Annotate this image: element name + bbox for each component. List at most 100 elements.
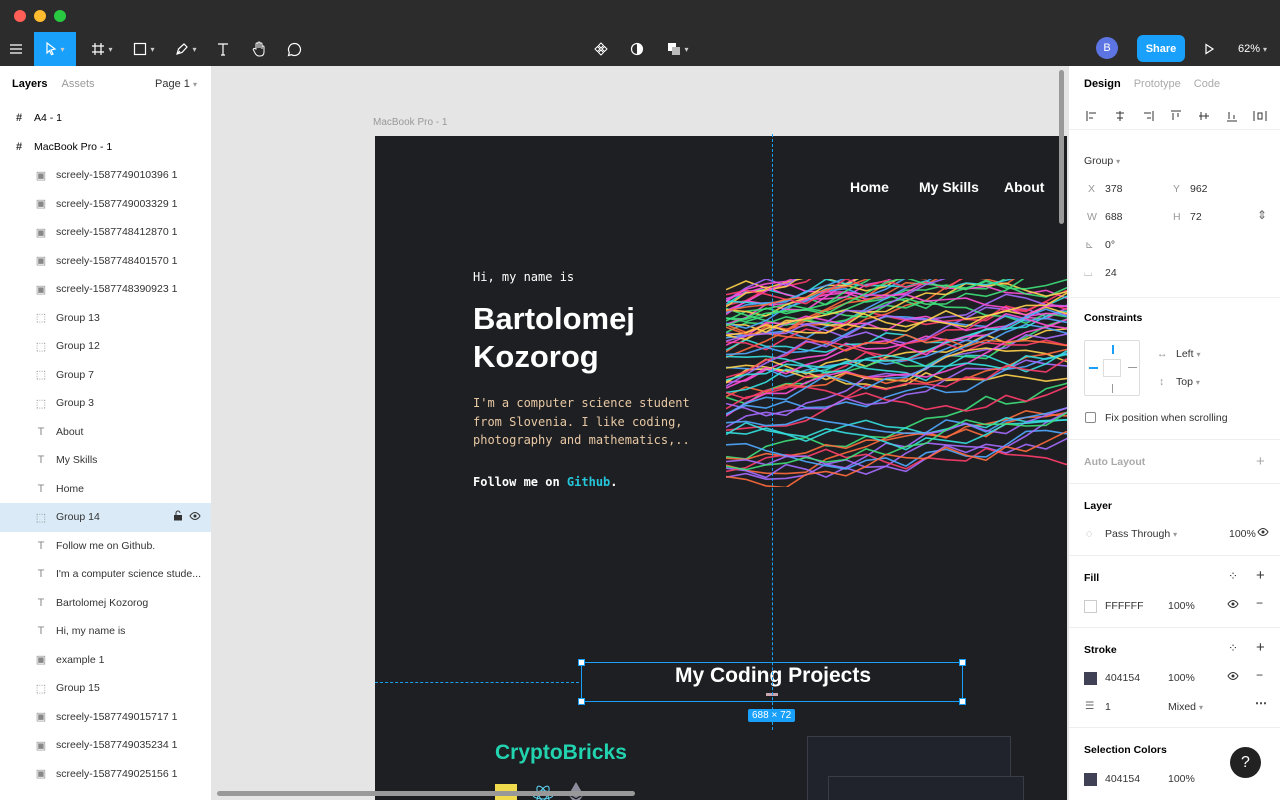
avatar[interactable]: B <box>1096 37 1118 59</box>
colorful-lines-image[interactable] <box>726 279 1067 487</box>
align-left-icon[interactable] <box>1083 107 1101 125</box>
y-input[interactable]: 962 <box>1190 183 1208 195</box>
move-tool-button[interactable]: ▾ <box>34 32 76 66</box>
distribute-icon[interactable] <box>1251 107 1269 125</box>
resize-handle[interactable] <box>959 659 966 666</box>
present-button[interactable] <box>1198 32 1220 66</box>
styles-grid-icon[interactable]: ⁘ <box>1228 569 1238 583</box>
resize-handle[interactable] <box>578 698 585 705</box>
constraint-left-indicator[interactable] <box>1089 367 1098 369</box>
layer-row[interactable]: T About <box>0 418 211 447</box>
constraint-top-indicator[interactable] <box>1112 345 1114 354</box>
selection-color-hex[interactable]: 404154 <box>1105 773 1140 785</box>
rotation-input[interactable]: 0° <box>1105 239 1115 251</box>
constraint-bottom-indicator[interactable] <box>1112 384 1113 393</box>
layer-row[interactable]: ⬚ Group 12 <box>0 332 211 361</box>
layer-row[interactable]: ⬚ Group 13 <box>0 304 211 333</box>
eye-icon[interactable] <box>1227 670 1239 684</box>
add-fill-icon[interactable]: + <box>1256 567 1265 584</box>
main-menu-button[interactable] <box>0 32 32 66</box>
layer-row[interactable]: ⬚ Group 15 <box>0 674 211 703</box>
tab-assets[interactable]: Assets <box>61 78 94 90</box>
layer-row[interactable]: T Home <box>0 475 211 504</box>
selection-color-opacity[interactable]: 100% <box>1168 773 1195 785</box>
github-link[interactable]: Github <box>567 475 610 489</box>
layer-row[interactable]: T Bartolomej Kozorog <box>0 589 211 618</box>
canvas[interactable]: MacBook Pro - 1 Home My Skills About Hi,… <box>213 66 1067 800</box>
vertical-constraint-select[interactable]: Top ▾ <box>1176 376 1200 388</box>
nav-my-skills[interactable]: My Skills <box>919 179 979 195</box>
project-title[interactable]: CryptoBricks <box>495 741 627 765</box>
layer-row[interactable]: ▣ screely-1587748390923 1 <box>0 275 211 304</box>
fix-position-checkbox[interactable] <box>1085 412 1096 423</box>
maximize-window-button[interactable] <box>54 10 66 22</box>
page-selector[interactable]: Page 1 ▾ <box>155 78 197 90</box>
share-button[interactable]: Share <box>1137 35 1185 62</box>
constraint-right-indicator[interactable] <box>1128 367 1137 368</box>
components-button[interactable] <box>590 32 612 66</box>
mask-button[interactable] <box>626 32 648 66</box>
stroke-weight-input[interactable]: 1 <box>1105 701 1111 713</box>
layer-row[interactable]: ⬚ Group 14 <box>0 503 211 532</box>
resize-handle[interactable] <box>959 698 966 705</box>
stroke-position-select[interactable]: Mixed ▾ <box>1168 701 1203 713</box>
tab-prototype[interactable]: Prototype <box>1134 78 1181 90</box>
resize-handle[interactable] <box>578 659 585 666</box>
add-auto-layout-icon[interactable]: + <box>1256 453 1265 470</box>
close-window-button[interactable] <box>14 10 26 22</box>
horizontal-constraint-select[interactable]: Left ▾ <box>1176 348 1200 360</box>
shape-tool-button[interactable]: ▾ <box>128 32 160 66</box>
layer-opacity-input[interactable]: 100% <box>1229 528 1256 540</box>
styles-grid-icon[interactable]: ⁘ <box>1228 641 1238 655</box>
layer-row[interactable]: ▣ screely-1587748412870 1 <box>0 218 211 247</box>
layer-row[interactable]: ▣ screely-1587749015717 1 <box>0 703 211 732</box>
blend-mode-select[interactable]: Pass Through ▾ <box>1105 528 1177 540</box>
eye-icon[interactable] <box>1257 526 1269 540</box>
layer-row[interactable]: ⬚ Group 3 <box>0 389 211 418</box>
layer-row[interactable]: T I'm a computer science stude... <box>0 560 211 589</box>
align-right-icon[interactable] <box>1139 107 1157 125</box>
layer-row[interactable]: ▣ screely-1587749003329 1 <box>0 190 211 219</box>
project-screenshot-thumbnail[interactable] <box>828 776 1024 800</box>
stroke-opacity-input[interactable]: 100% <box>1168 672 1195 684</box>
layer-row[interactable]: T Follow me on Github. <box>0 532 211 561</box>
remove-stroke-icon[interactable]: − <box>1256 668 1263 682</box>
layer-row[interactable]: ▣ screely-1587749035234 1 <box>0 731 211 760</box>
layer-row[interactable]: ▣ screely-1587749025156 1 <box>0 760 211 789</box>
tab-code[interactable]: Code <box>1194 78 1220 90</box>
eye-icon[interactable] <box>1227 598 1239 612</box>
minimize-window-button[interactable] <box>34 10 46 22</box>
height-input[interactable]: 72 <box>1190 211 1202 223</box>
layer-row[interactable]: ▣ screely-1587749010396 1 <box>0 161 211 190</box>
layer-row[interactable]: # A4 - 1 <box>0 104 211 133</box>
comment-tool-button[interactable] <box>283 32 305 66</box>
selection-color-swatch[interactable] <box>1084 773 1097 786</box>
help-button[interactable]: ? <box>1230 747 1261 778</box>
lock-icon[interactable] <box>173 510 183 524</box>
layer-row[interactable]: ▣ example 1 <box>0 646 211 675</box>
layer-row[interactable]: T My Skills <box>0 446 211 475</box>
x-input[interactable]: 378 <box>1105 183 1123 195</box>
remove-fill-icon[interactable]: − <box>1256 596 1263 610</box>
constraint-widget[interactable] <box>1084 340 1140 396</box>
boolean-ops-button[interactable]: ▾ <box>662 32 694 66</box>
tab-layers[interactable]: Layers <box>12 78 47 90</box>
frame-label[interactable]: MacBook Pro - 1 <box>373 117 447 128</box>
fill-opacity-input[interactable]: 100% <box>1168 600 1195 612</box>
more-options-icon[interactable]: ⋯ <box>1255 696 1267 710</box>
stroke-hex-input[interactable]: 404154 <box>1105 672 1140 684</box>
layer-row[interactable]: T Hi, my name is <box>0 617 211 646</box>
width-input[interactable]: 688 <box>1105 211 1123 223</box>
zoom-selector[interactable]: 62% ▾ <box>1238 32 1267 66</box>
add-stroke-icon[interactable]: + <box>1256 639 1265 656</box>
vertical-scrollbar[interactable] <box>1059 70 1064 224</box>
nav-home[interactable]: Home <box>850 179 889 195</box>
constrain-proportions-icon[interactable]: ⇕ <box>1257 208 1267 222</box>
align-bottom-icon[interactable] <box>1223 107 1241 125</box>
eye-icon[interactable] <box>189 511 201 524</box>
align-vertical-center-icon[interactable] <box>1195 107 1213 125</box>
hand-tool-button[interactable] <box>248 32 270 66</box>
layer-row[interactable]: # MacBook Pro - 1 <box>0 133 211 162</box>
layer-row[interactable]: ⬚ Group 7 <box>0 361 211 390</box>
frame-tool-button[interactable]: ▾ <box>86 32 118 66</box>
